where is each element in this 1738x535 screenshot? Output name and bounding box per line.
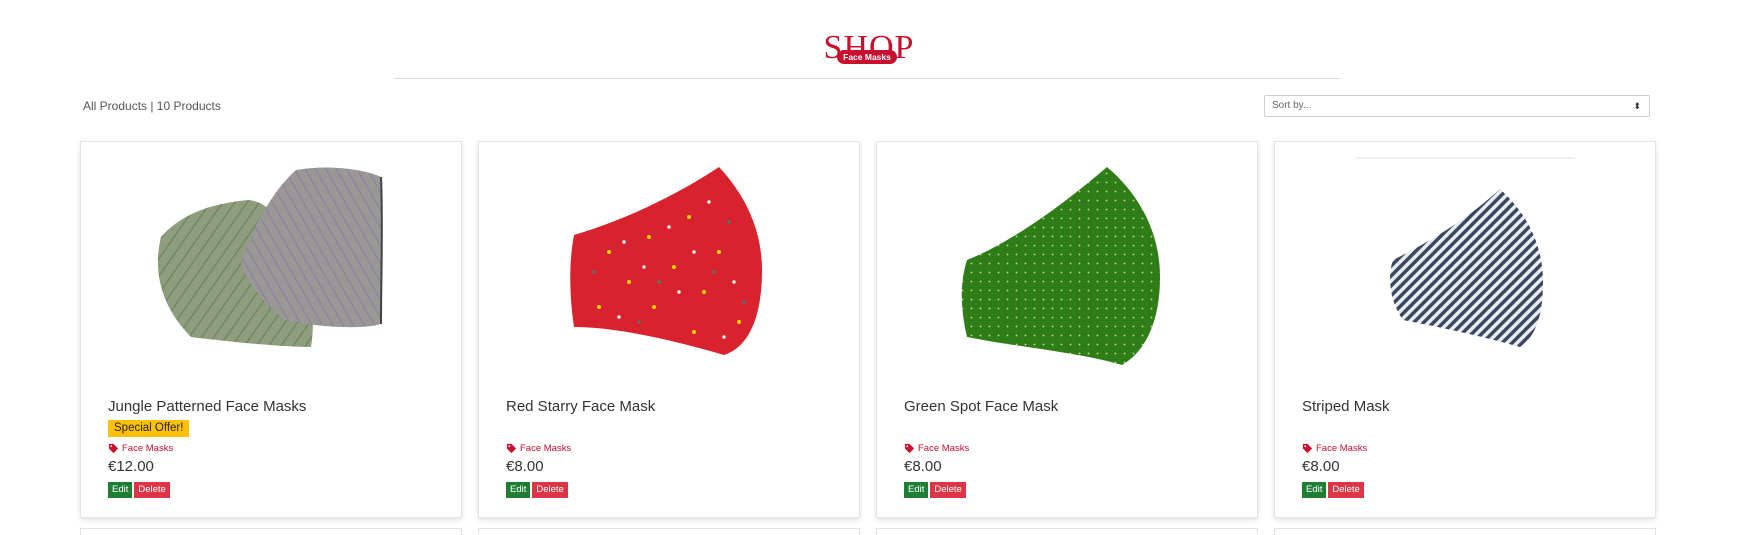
- product-card: Striped Mask Face Masks €8.00 Edit Delet…: [1274, 141, 1656, 518]
- sort-select-value: Sort by...: [1272, 100, 1312, 111]
- tag-icon: [904, 443, 915, 454]
- tag-icon: [506, 443, 517, 454]
- product-category: Face Masks: [918, 443, 970, 454]
- jungle-mask-image: [157, 167, 383, 347]
- edit-button[interactable]: Edit: [1302, 482, 1327, 498]
- product-category: Face Masks: [1316, 443, 1368, 454]
- tag-icon: [108, 443, 119, 454]
- product-count: All Products | 10 Products: [83, 99, 221, 113]
- product-card-next-row: [876, 528, 1258, 535]
- product-card: Green Spot Face Mask Face Masks €8.00 Ed…: [876, 141, 1258, 518]
- product-price: €8.00: [1302, 458, 1340, 475]
- product-image[interactable]: [479, 142, 859, 382]
- product-price: €8.00: [904, 458, 942, 475]
- product-image[interactable]: [1275, 142, 1655, 382]
- product-price: €12.00: [108, 458, 154, 475]
- delete-button[interactable]: Delete: [1328, 482, 1364, 498]
- delete-button[interactable]: Delete: [134, 482, 170, 498]
- product-category-link[interactable]: Face Masks: [904, 443, 969, 454]
- category-badge[interactable]: Face Masks: [837, 50, 897, 64]
- edit-button[interactable]: Edit: [506, 482, 531, 498]
- edit-button[interactable]: Edit: [904, 482, 929, 498]
- product-category-link[interactable]: Face Masks: [108, 443, 173, 454]
- sort-arrows-icon: ⬍: [1633, 101, 1641, 111]
- product-name[interactable]: Striped Mask: [1302, 398, 1390, 415]
- delete-button[interactable]: Delete: [930, 482, 966, 498]
- red-starry-mask-image: [570, 167, 762, 355]
- product-card: Jungle Patterned Face Masks Special Offe…: [80, 141, 462, 518]
- product-image[interactable]: [877, 142, 1257, 382]
- delete-button[interactable]: Delete: [532, 482, 568, 498]
- product-name[interactable]: Red Starry Face Mask: [506, 398, 655, 415]
- product-category: Face Masks: [520, 443, 572, 454]
- product-image[interactable]: [81, 142, 461, 382]
- product-name[interactable]: Jungle Patterned Face Masks: [108, 398, 306, 415]
- header-divider: [394, 78, 1340, 79]
- green-spot-mask-image: [961, 167, 1160, 365]
- tag-icon: [1302, 443, 1313, 454]
- product-card-next-row: [478, 528, 860, 535]
- product-category-link[interactable]: Face Masks: [1302, 443, 1367, 454]
- product-category: Face Masks: [122, 443, 174, 454]
- edit-button[interactable]: Edit: [108, 482, 133, 498]
- sort-select[interactable]: Sort by... ⬍: [1264, 95, 1650, 117]
- product-card-next-row: [1274, 528, 1656, 535]
- striped-mask-image: [1355, 157, 1575, 347]
- product-name[interactable]: Green Spot Face Mask: [904, 398, 1058, 415]
- product-card: Red Starry Face Mask Face Masks €8.00 Ed…: [478, 141, 860, 518]
- special-offer-badge: Special Offer!: [108, 420, 190, 437]
- product-price: €8.00: [506, 458, 544, 475]
- product-card-next-row: [80, 528, 462, 535]
- product-category-link[interactable]: Face Masks: [506, 443, 571, 454]
